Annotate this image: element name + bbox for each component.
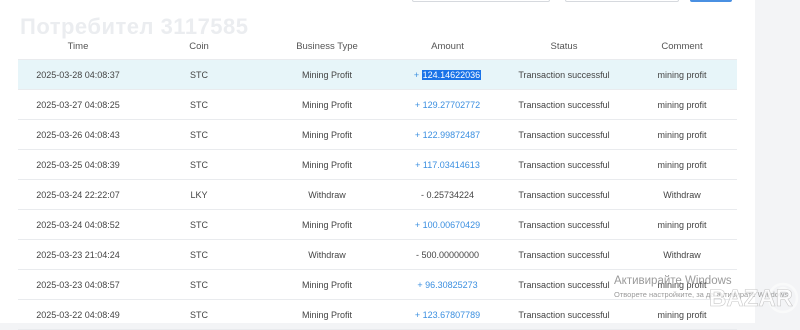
cell-time: 2025-03-25 04:08:39 <box>36 159 120 170</box>
cell-amount: + 123.67807789 <box>414 309 481 320</box>
cell-coin: STC <box>190 219 208 230</box>
cell-status: Transaction successful <box>518 219 610 230</box>
cell-coin: STC <box>190 159 208 170</box>
cell-status: Transaction successful <box>518 249 610 260</box>
cell-amount: + 122.99872487 <box>414 129 481 140</box>
cell-business-type: Mining Profit <box>301 99 353 110</box>
cell-time: 2025-03-24 04:08:52 <box>36 219 120 230</box>
table-row[interactable]: 2025-03-24 04:08:52 STC Mining Profit + … <box>18 210 737 240</box>
cell-amount: - 0.25734224 <box>420 189 475 200</box>
cell-comment: Withdraw <box>663 249 701 260</box>
cell-status: Transaction successful <box>518 279 610 290</box>
cell-business-type: Withdraw <box>308 249 346 260</box>
cell-amount: + 100.00670429 <box>414 219 481 230</box>
amount-sign: + <box>413 69 420 80</box>
cell-time: 2025-03-23 04:08:57 <box>36 279 120 290</box>
cell-coin: STC <box>190 99 208 110</box>
cell-business-type: Mining Profit <box>301 69 353 80</box>
cell-status: Transaction successful <box>518 69 610 80</box>
cell-time: 2025-03-28 04:08:37 <box>36 69 120 80</box>
table-row[interactable]: 2025-03-27 04:08:25 STC Mining Profit + … <box>18 90 737 120</box>
header-status: Status <box>550 40 578 52</box>
cell-comment: mining profit <box>657 99 707 110</box>
table-header: Time Coin Business Type Amount Status Co… <box>18 33 737 60</box>
date-picker[interactable] <box>565 0 679 2</box>
cell-comment: mining profit <box>657 159 707 170</box>
cell-business-type: Mining Profit <box>301 279 353 290</box>
cell-status: Transaction successful <box>518 309 610 320</box>
cell-comment: mining profit <box>657 129 707 140</box>
cell-comment: mining profit <box>657 219 707 230</box>
cell-time: 2025-03-22 04:08:49 <box>36 309 120 320</box>
cell-comment: mining profit <box>657 69 707 80</box>
cell-business-type: Mining Profit <box>301 129 353 140</box>
cell-amount: - 500.00000000 <box>415 249 480 260</box>
cell-amount: + 96.30825273 <box>417 279 478 290</box>
cell-business-type: Withdraw <box>308 189 346 200</box>
header-coin: Coin <box>189 40 209 52</box>
table-row[interactable]: 2025-03-24 22:22:07 LKY Withdraw - 0.257… <box>18 180 737 210</box>
selected-amount-text[interactable]: 124.14622036 <box>421 69 482 80</box>
table-row[interactable]: 2025-03-22 04:08:49 STC Mining Profit + … <box>18 300 737 330</box>
table-row[interactable]: 2025-03-26 04:08:43 STC Mining Profit + … <box>18 120 737 150</box>
search-button[interactable] <box>690 0 732 2</box>
cell-coin: LKY <box>190 189 208 200</box>
cell-coin: STC <box>190 279 208 290</box>
cell-time: 2025-03-24 22:22:07 <box>36 189 120 200</box>
cell-coin: STC <box>190 69 208 80</box>
cell-amount[interactable]: + 124.14622036 <box>394 69 501 80</box>
cell-status: Transaction successful <box>518 159 610 170</box>
cell-coin: STC <box>190 309 208 320</box>
cell-time: 2025-03-26 04:08:43 <box>36 129 120 140</box>
cell-status: Transaction successful <box>518 99 610 110</box>
cell-time: 2025-03-27 04:08:25 <box>36 99 120 110</box>
header-amount: Amount <box>431 40 464 52</box>
cell-status: Transaction successful <box>518 129 610 140</box>
header-time: Time <box>67 40 89 52</box>
header-comment: Comment <box>661 40 703 52</box>
table-row[interactable]: 2025-03-28 04:08:37 STC Mining Profit + … <box>18 60 737 90</box>
header-business-type: Business Type <box>296 40 358 52</box>
filter-select[interactable] <box>412 0 550 2</box>
cell-business-type: Mining Profit <box>301 309 353 320</box>
cell-status: Transaction successful <box>518 189 610 200</box>
cell-comment: Withdraw <box>663 189 701 200</box>
table-row[interactable]: 2025-03-25 04:08:39 STC Mining Profit + … <box>18 150 737 180</box>
cell-business-type: Mining Profit <box>301 159 353 170</box>
cell-time: 2025-03-23 21:04:24 <box>36 249 120 260</box>
cell-business-type: Mining Profit <box>301 219 353 230</box>
cell-amount: + 117.03414613 <box>415 159 480 170</box>
logo-text: BAZAR <box>709 285 793 312</box>
table-row[interactable]: 2025-03-23 21:04:24 STC Withdraw - 500.0… <box>18 240 737 270</box>
cell-coin: STC <box>190 129 208 140</box>
cell-amount: + 129.27702772 <box>414 99 481 110</box>
cell-coin: STC <box>190 249 208 260</box>
bazar-logo: BAZAR <box>709 282 799 314</box>
